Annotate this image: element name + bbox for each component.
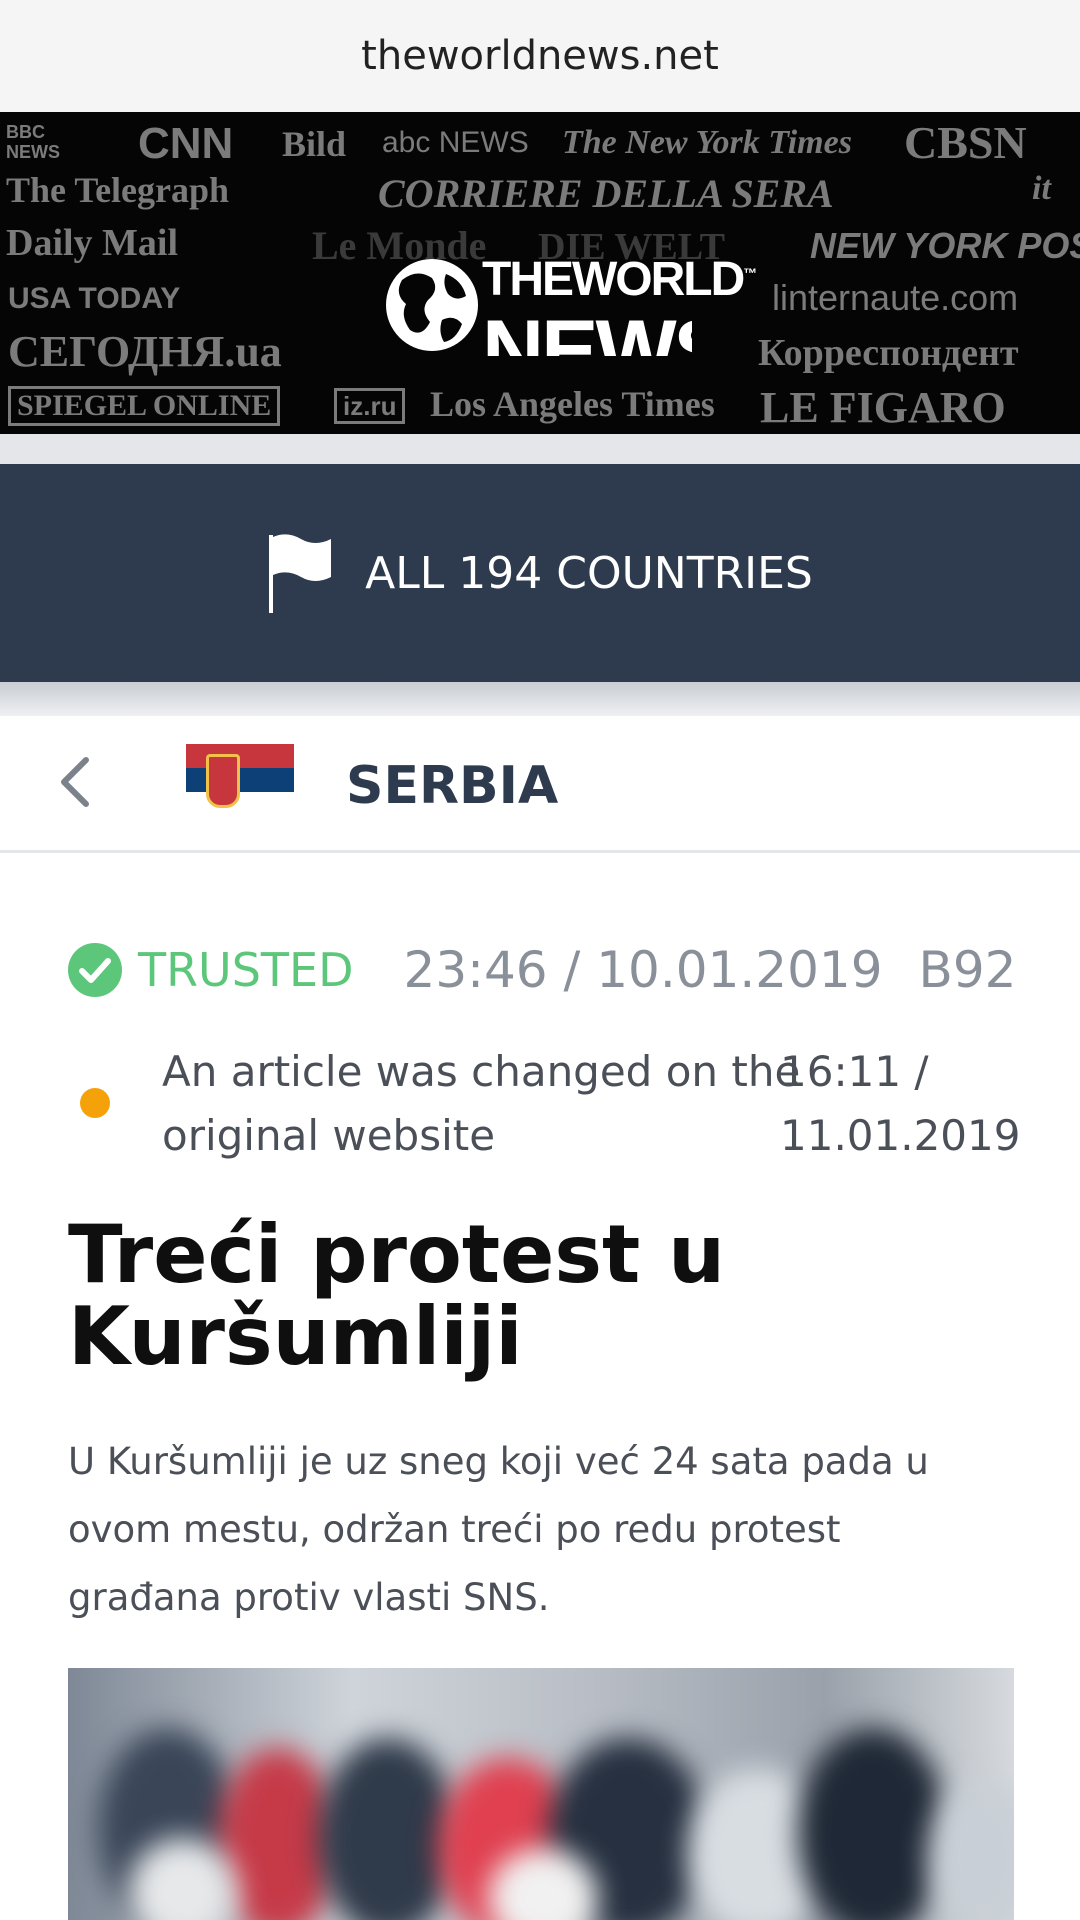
change-notice: An article was changed on the original w…	[80, 1040, 1040, 1168]
change-notice-time: 16:11 / 11.01.2019	[780, 1047, 1021, 1160]
serbia-flag	[186, 744, 294, 816]
status-dot-icon	[80, 1088, 110, 1118]
article-summary: U Kuršumliji je uz sneg koji već 24 sata…	[68, 1440, 929, 1619]
article-image[interactable]	[68, 1668, 1014, 1920]
url-text: theworldnews.net	[361, 33, 719, 79]
article-title: Treći protest u Kuršumliji	[68, 1208, 726, 1383]
globe-icon	[386, 259, 478, 351]
shadow	[0, 682, 1080, 716]
brand-the-world: THEWORLD™	[482, 253, 757, 306]
change-notice-text: An article was changed on the original w…	[162, 1047, 801, 1160]
article-meta: TRUSTED 23:46 / 10.01.2019 B92	[68, 940, 1016, 1000]
theworldnews-logo[interactable]: THEWORLD™ NEWS	[0, 112, 1080, 434]
all-countries-label: ALL 194 COUNTRIES	[365, 547, 813, 599]
chevron-left-icon[interactable]	[56, 756, 96, 808]
header-banner[interactable]: BBC NEWS CNN Bild abc NEWS The New York …	[0, 112, 1080, 434]
trusted-badge: TRUSTED	[138, 943, 354, 997]
country-header: SERBIA	[0, 716, 1080, 853]
all-countries-button[interactable]: ALL 194 COUNTRIES	[0, 464, 1080, 682]
article-source[interactable]: B92	[919, 941, 1017, 999]
coat-of-arms-icon	[206, 754, 240, 808]
divider	[0, 434, 1080, 464]
address-bar[interactable]: theworldnews.net	[0, 0, 1080, 112]
check-circle-icon	[68, 943, 122, 997]
article-timestamp: 23:46 / 10.01.2019	[403, 941, 883, 999]
brand-news-clip: NEWS	[482, 308, 692, 356]
brand-news: NEWS	[482, 308, 692, 356]
country-name: SERBIA	[346, 756, 559, 816]
flag-icon	[269, 534, 332, 613]
